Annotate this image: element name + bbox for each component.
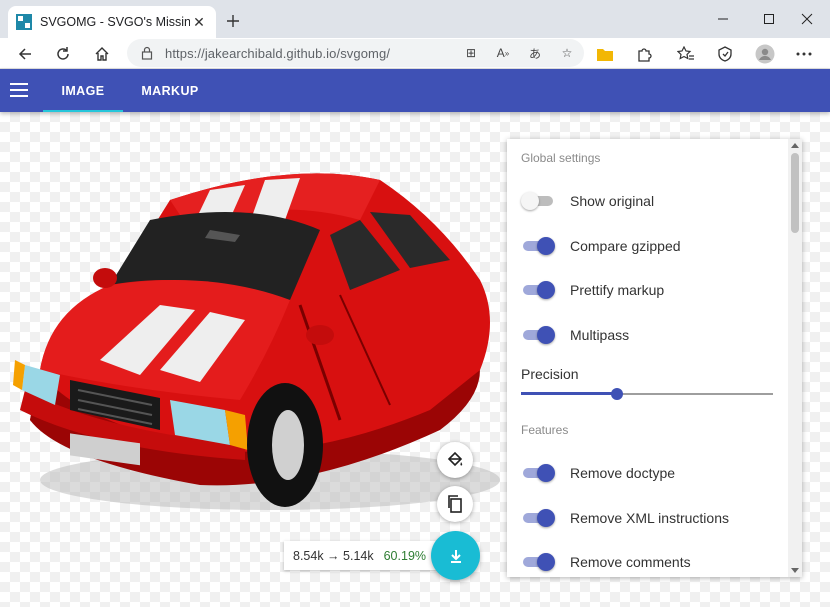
tab-markup-label: MARKUP [141,83,199,98]
toggle-remove-comments[interactable]: Remove comments [521,550,691,574]
size-comparison: 8.54k → 5.14k [293,548,374,563]
copy-icon [448,495,462,513]
scroll-down-icon[interactable] [791,568,799,573]
new-tab-icon[interactable] [222,10,244,32]
translate-icon[interactable]: あ [524,42,546,64]
toggle-label: Remove doctype [570,465,676,481]
precision-slider[interactable] [521,387,773,401]
tab-image-label: IMAGE [61,83,105,98]
toggle-label: Show original [570,193,655,209]
toggle-label: Remove comments [570,554,691,570]
minimize-icon[interactable] [700,6,746,32]
toggle-multipass[interactable]: Multipass [521,323,629,347]
toggle-label: Remove XML instructions [570,510,729,526]
switch-remove-xml-instructions[interactable] [521,509,555,527]
scrollbar-thumb[interactable] [791,153,799,233]
global-settings-title: Global settings [521,151,601,165]
toggle-compare-gzipped[interactable]: Compare gzipped [521,234,681,258]
switch-remove-comments[interactable] [521,553,555,571]
address-bar[interactable]: https://jakearchibald.github.io/svgomg/ … [127,39,584,67]
switch-show-original[interactable] [521,192,555,210]
add-favorite-icon[interactable]: ☆ [556,42,578,64]
savings-percent: 60.19% [383,548,427,563]
toggle-remove-doctype[interactable]: Remove doctype [521,461,675,485]
toggle-label: Prettify markup [570,282,665,298]
settings-panel: Global settings Show original Compare gz… [507,139,802,577]
view-background-toggle-button[interactable] [437,442,473,478]
tab-title: SVGOMG - SVGO's Missing GUI [40,15,190,29]
home-icon[interactable] [88,40,116,68]
app-available-icon[interactable]: ⊞ [460,42,482,64]
favorites-icon[interactable] [672,40,700,68]
browser-tab[interactable]: SVGOMG - SVGO's Missing GUI ✕ [8,6,216,38]
back-icon[interactable] [11,40,39,68]
url-text: https://jakearchibald.github.io/svgomg/ [165,45,391,61]
tab-image[interactable]: IMAGE [43,69,123,112]
refresh-icon[interactable] [49,40,77,68]
download-button[interactable] [431,531,480,580]
browser-essentials-icon[interactable] [711,40,739,68]
switch-compare-gzipped[interactable] [521,237,555,255]
more-options-icon[interactable] [790,40,818,68]
features-title: Features [521,423,569,437]
tab-markup[interactable]: MARKUP [130,69,210,112]
tab-close-icon[interactable]: ✕ [190,13,208,31]
lock-icon [141,46,153,60]
precision-slider-thumb[interactable] [611,388,623,400]
car-illustration-image [13,173,500,510]
switch-remove-doctype[interactable] [521,464,555,482]
browser-titlebar: SVGOMG - SVGO's Missing GUI ✕ [0,0,830,38]
paint-bucket-icon [447,451,463,467]
app-header: IMAGE MARKUP [0,69,830,112]
close-window-icon[interactable] [784,6,830,32]
hamburger-menu-icon[interactable] [10,79,34,101]
precision-label: Precision [521,366,579,382]
read-aloud-icon[interactable]: A» [492,42,514,64]
toggle-label: Multipass [570,327,630,343]
profile-avatar-icon[interactable] [751,40,779,68]
panel-scrollbar[interactable] [788,139,802,577]
download-icon [450,549,461,563]
copy-button[interactable] [437,486,473,522]
extension-folder-icon[interactable] [591,40,619,68]
browser-toolbar: https://jakearchibald.github.io/svgomg/ … [0,38,830,69]
switch-prettify-markup[interactable] [521,281,555,299]
toggle-show-original[interactable]: Show original [521,189,654,213]
switch-multipass[interactable] [521,326,555,344]
extensions-icon[interactable] [630,40,658,68]
toggle-remove-xml-instructions[interactable]: Remove XML instructions [521,506,729,530]
toggle-prettify-markup[interactable]: Prettify markup [521,278,664,302]
toggle-label: Compare gzipped [570,238,681,254]
svgomg-favicon-icon [16,14,32,30]
scroll-up-icon[interactable] [791,143,799,148]
size-results-box: 8.54k → 5.14k 60.19% [284,541,446,570]
